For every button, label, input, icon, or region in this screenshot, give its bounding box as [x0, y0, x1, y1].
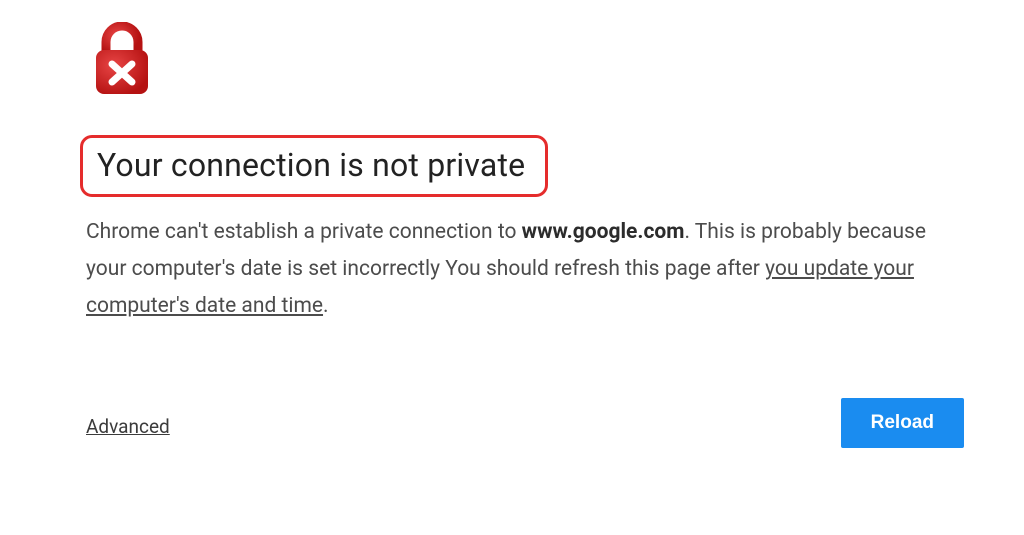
reload-button[interactable]: Reload	[841, 398, 964, 448]
broken-lock-icon	[90, 22, 154, 102]
desc-host: www.google.com	[522, 220, 685, 244]
desc-suffix: .	[323, 294, 329, 318]
desc-prefix: Chrome can't establish a private connect…	[86, 220, 522, 244]
error-description: Chrome can't establish a private connect…	[86, 214, 946, 324]
page-heading: Your connection is not private	[97, 146, 525, 184]
heading-highlight-box: Your connection is not private	[80, 135, 548, 197]
advanced-link[interactable]: Advanced	[86, 415, 170, 438]
